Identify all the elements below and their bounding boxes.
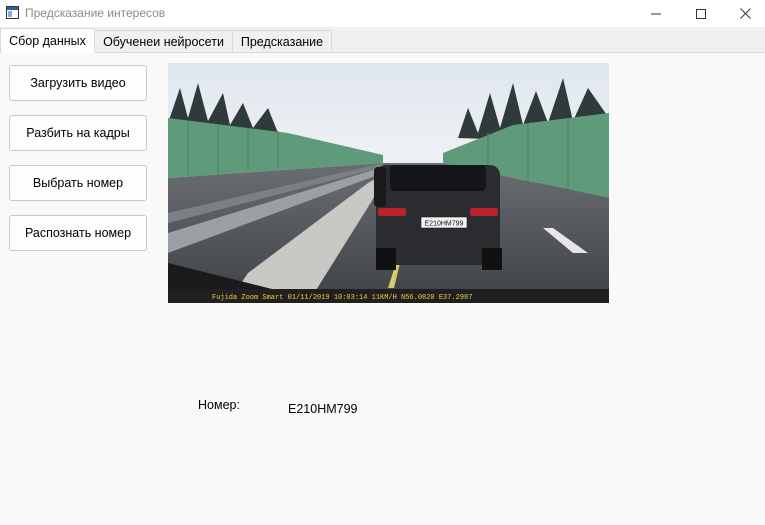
maximize-button[interactable] xyxy=(678,0,724,27)
plate-text: E210HM799 xyxy=(425,221,464,228)
recognize-number-button[interactable]: Распознать номер xyxy=(9,215,147,251)
dashcam-image: E210HM799 Fujida Zoom Smart 01/11/2019 1… xyxy=(168,63,609,303)
number-label: Номер: xyxy=(198,398,240,412)
close-button[interactable] xyxy=(722,0,765,27)
split-frames-button[interactable]: Разбить на кадры xyxy=(9,115,147,151)
video-frame: E210HM799 Fujida Zoom Smart 01/11/2019 1… xyxy=(168,63,609,303)
tab-training[interactable]: Обученеи нейросети xyxy=(94,30,233,52)
tab-data-collection[interactable]: Сбор данных xyxy=(0,28,95,53)
tab-label: Предсказание xyxy=(240,34,324,49)
tab-label: Сбор данных xyxy=(9,34,86,48)
minimize-icon xyxy=(651,13,661,14)
maximize-icon xyxy=(696,8,706,19)
tab-label: Обученеи нейросети xyxy=(103,34,224,49)
number-value: E210HM799 xyxy=(288,402,358,416)
app-window-icon xyxy=(6,6,19,19)
select-number-button[interactable]: Выбрать номер xyxy=(9,165,147,201)
tab-bar: Сбор данных Обученеи нейросети Предсказа… xyxy=(0,28,765,53)
dashcam-overlay-text: Fujida Zoom Smart 01/11/2019 10:03:14 11… xyxy=(212,294,472,302)
minimize-button[interactable] xyxy=(633,0,679,27)
load-video-button[interactable]: Загрузить видео xyxy=(9,65,147,101)
window-title: Предсказание интересов xyxy=(25,6,166,20)
title-bar: Предсказание интересов xyxy=(0,0,765,27)
tab-prediction[interactable]: Предсказание xyxy=(232,30,332,52)
close-icon xyxy=(739,8,751,19)
